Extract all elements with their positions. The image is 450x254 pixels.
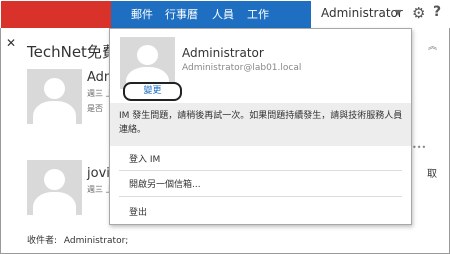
recipients-line: 收件者: Administrator;	[27, 233, 128, 246]
sign-out-item[interactable]: 登出	[110, 200, 411, 222]
right-pane-action[interactable]: 取	[427, 165, 437, 180]
avatar	[27, 160, 82, 215]
menu-divider	[119, 196, 402, 197]
avatar	[27, 69, 82, 124]
recipients-value: Administrator;	[63, 236, 129, 246]
more-icon[interactable]: •••	[412, 143, 426, 152]
recipients-label: 收件者:	[27, 236, 58, 246]
profile-dropdown: 變更 Administrator Administrator@lab01.loc…	[109, 28, 412, 225]
sign-in-im-label: 登入 IM	[129, 155, 161, 165]
profile-email: Administrator@lab01.local	[182, 63, 302, 73]
gear-icon[interactable]: ⚙	[412, 4, 425, 22]
im-error-message: IM 發生問題，請稍後再試一次。如果問題持續發生，請與技術服務人員連絡。	[110, 103, 411, 146]
sign-in-im-item[interactable]: 登入 IM	[110, 147, 411, 169]
im-error-text: IM 發生問題，請稍後再試一次。如果問題持續發生，請與技術服務人員連絡。	[119, 111, 403, 135]
sign-out-label: 登出	[129, 208, 148, 218]
nav-people[interactable]: 人員	[212, 6, 234, 22]
open-another-mailbox-label: 開啟另一個信箱...	[129, 180, 201, 190]
change-photo-button[interactable]: 變更	[123, 82, 182, 101]
brand-strip	[1, 1, 111, 28]
user-menu-button[interactable]: Administrator	[321, 6, 403, 20]
profile-name: Administrator	[182, 46, 264, 60]
nav-calendar[interactable]: 行事曆	[165, 6, 198, 22]
nav-mail[interactable]: 郵件	[131, 6, 153, 22]
chevron-down-icon[interactable]: ▼	[395, 8, 401, 17]
menu-divider	[119, 170, 402, 171]
nav-tasks[interactable]: 工作	[247, 6, 269, 22]
mail-line: 是否	[87, 104, 103, 113]
top-nav-bar: 郵件 行事曆 人員 工作 Administrator ▼ ⚙ ?	[0, 0, 450, 28]
chevron-up-icon[interactable]: ︽	[428, 39, 437, 52]
open-another-mailbox-item[interactable]: 開啟另一個信箱...	[110, 172, 411, 194]
help-icon[interactable]: ?	[433, 4, 441, 20]
close-icon[interactable]: ✕	[6, 36, 16, 50]
